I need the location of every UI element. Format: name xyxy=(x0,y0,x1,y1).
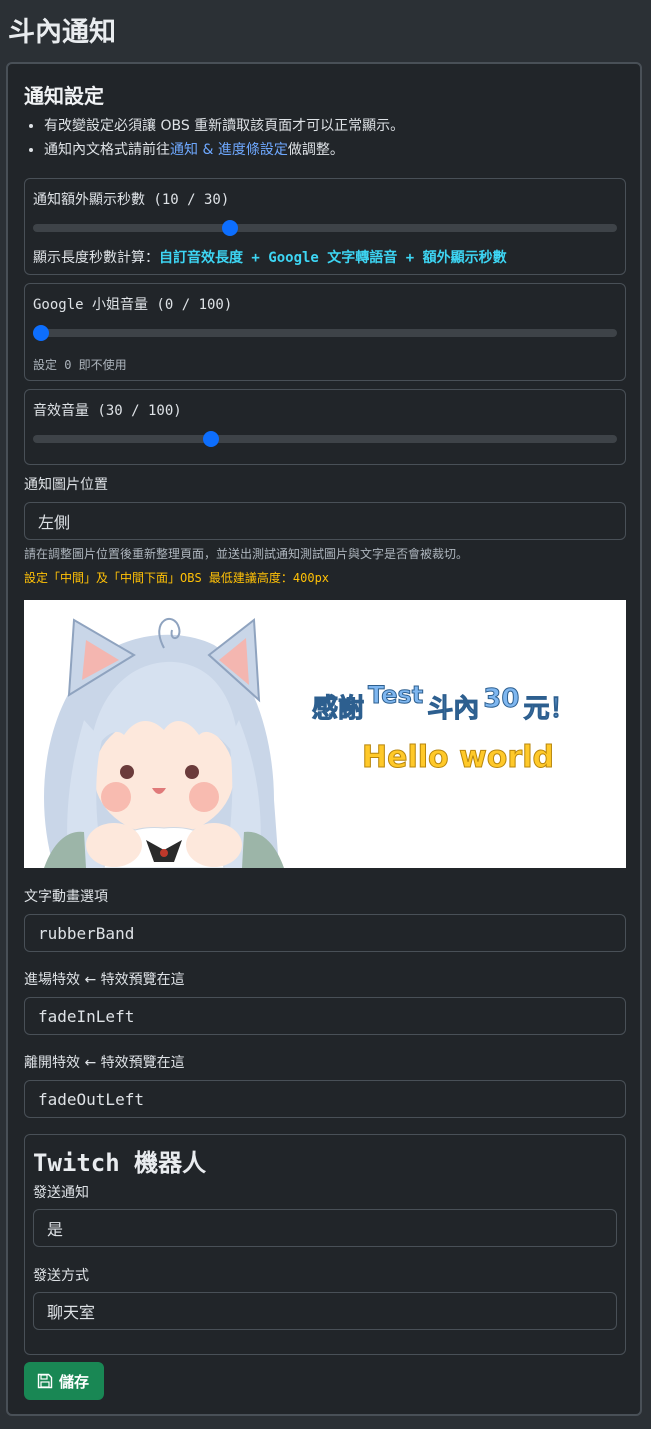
notification-preview: 感謝 Test 斗內 30 元！ Hello world xyxy=(24,600,626,868)
text-animation-label: 文字動畫選項 xyxy=(24,889,108,905)
image-position-select[interactable]: 左側 xyxy=(24,502,626,540)
duration-formula-value: 自訂音效長度 + Google 文字轉語音 + 額外顯示秒數 xyxy=(159,250,507,266)
sfx-volume-slider-thumb[interactable] xyxy=(203,431,220,447)
note-format-link: 通知內文格式請前往通知 & 進度條設定做調整。 xyxy=(44,138,644,162)
duration-formula: 顯示長度秒數計算：自訂音效長度 + Google 文字轉語音 + 額外顯示秒數 xyxy=(33,247,507,267)
floppy-disk-icon xyxy=(37,1373,53,1389)
note-obs-reload: 有改變設定必須讓 OBS 重新讀取該頁面才可以正常顯示。 xyxy=(44,114,644,138)
image-position-note: 請在調整圖片位置後重新整理頁面，並送出測試通知測試圖片與文字是否會被裁切。 xyxy=(24,547,469,561)
exit-effect-label: 離開特效 ← 特效預覽在這 xyxy=(24,1055,185,1071)
google-volume-panel: Google 小姐音量 (0 / 100) 設定 0 即不使用 xyxy=(24,283,626,381)
google-volume-slider-thumb[interactable] xyxy=(33,325,49,341)
twitch-bot-panel: Twitch 機器人 發送通知 是 發送方式 聊天室 xyxy=(24,1134,626,1355)
settings-title: 通知設定 xyxy=(24,84,104,108)
twitch-bot-title: Twitch 機器人 xyxy=(33,1149,207,1177)
notification-settings-card: 通知設定 有改變設定必須讓 OBS 重新讀取該頁面才可以正常顯示。 通知內文格式… xyxy=(6,62,642,1416)
google-volume-slider[interactable] xyxy=(33,325,617,341)
preview-line1: 感謝 Test 斗內 30 元！ xyxy=(311,681,576,725)
sfx-volume-label: 音效音量 (30 / 100) xyxy=(33,403,182,419)
image-position-label: 通知圖片位置 xyxy=(24,477,108,493)
exit-effect-select[interactable]: fadeOutLeft xyxy=(24,1080,626,1118)
send-method-label: 發送方式 xyxy=(33,1268,89,1284)
google-volume-hint: 設定 0 即不使用 xyxy=(33,358,127,372)
save-button[interactable]: 儲存 xyxy=(24,1362,104,1400)
send-method-select[interactable]: 聊天室 xyxy=(33,1292,617,1330)
google-volume-label: Google 小姐音量 (0 / 100) xyxy=(33,297,233,313)
send-notification-label: 發送通知 xyxy=(33,1185,89,1201)
extra-seconds-slider-thumb[interactable] xyxy=(222,220,239,236)
send-notification-select[interactable]: 是 xyxy=(33,1209,617,1247)
notification-progress-settings-link[interactable]: 通知 & 進度條設定 xyxy=(170,142,288,158)
save-button-label: 儲存 xyxy=(59,1372,90,1391)
page-title: 斗內通知 xyxy=(8,17,116,48)
enter-effect-label: 進場特效 ← 特效預覽在這 xyxy=(24,972,185,988)
extra-seconds-label: 通知額外顯示秒數 (10 / 30) xyxy=(33,192,230,208)
character-illustration xyxy=(44,617,284,868)
sfx-volume-panel: 音效音量 (30 / 100) xyxy=(24,389,626,465)
enter-effect-select[interactable]: fadeInLeft xyxy=(24,997,626,1035)
text-animation-select[interactable]: rubberBand xyxy=(24,914,626,952)
preview-line2: Hello world xyxy=(362,740,555,776)
image-position-warning: 設定「中間」及「中間下面」OBS 最低建議高度：400px xyxy=(24,571,330,585)
duration-formula-prefix: 顯示長度秒數計算： xyxy=(33,250,159,266)
extra-seconds-panel: 通知額外顯示秒數 (10 / 30) 顯示長度秒數計算：自訂音效長度 + Goo… xyxy=(24,178,626,275)
sfx-volume-slider[interactable] xyxy=(33,431,617,447)
settings-notes: 有改變設定必須讓 OBS 重新讀取該頁面才可以正常顯示。 通知內文格式請前往通知… xyxy=(16,114,644,162)
extra-seconds-slider[interactable] xyxy=(33,220,617,236)
